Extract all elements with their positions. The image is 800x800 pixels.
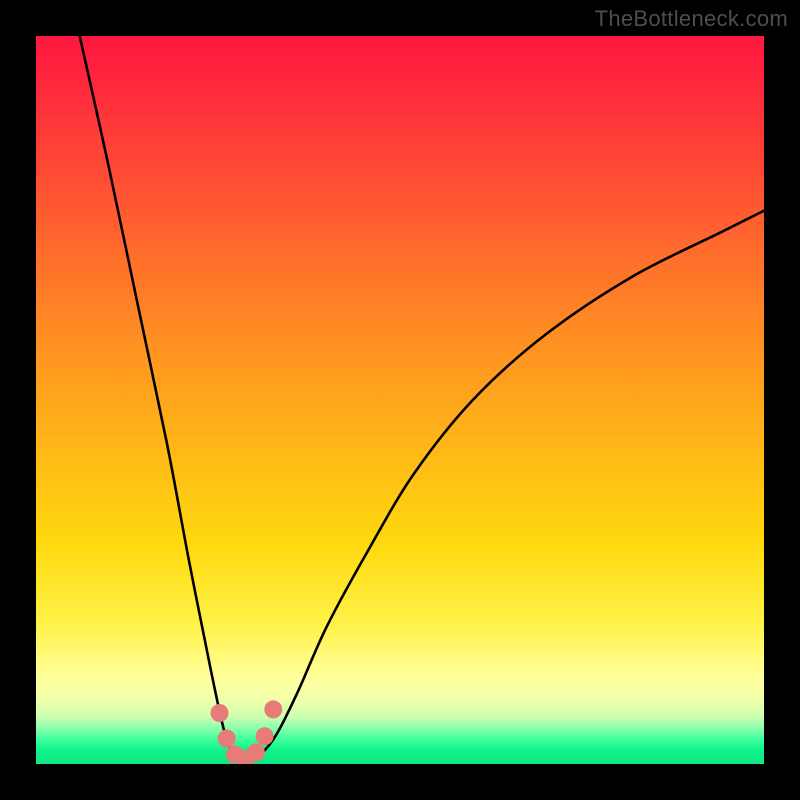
marker-group <box>211 700 283 764</box>
plot-area <box>36 36 764 764</box>
marker-dot <box>218 730 236 748</box>
chart-frame: TheBottleneck.com <box>0 0 800 800</box>
marker-dot <box>256 727 274 745</box>
chart-svg <box>36 36 764 764</box>
marker-dot <box>247 743 265 761</box>
attribution-label: TheBottleneck.com <box>595 6 788 32</box>
bottleneck-curve <box>80 36 764 760</box>
marker-dot <box>211 704 229 722</box>
marker-dot <box>264 700 282 718</box>
